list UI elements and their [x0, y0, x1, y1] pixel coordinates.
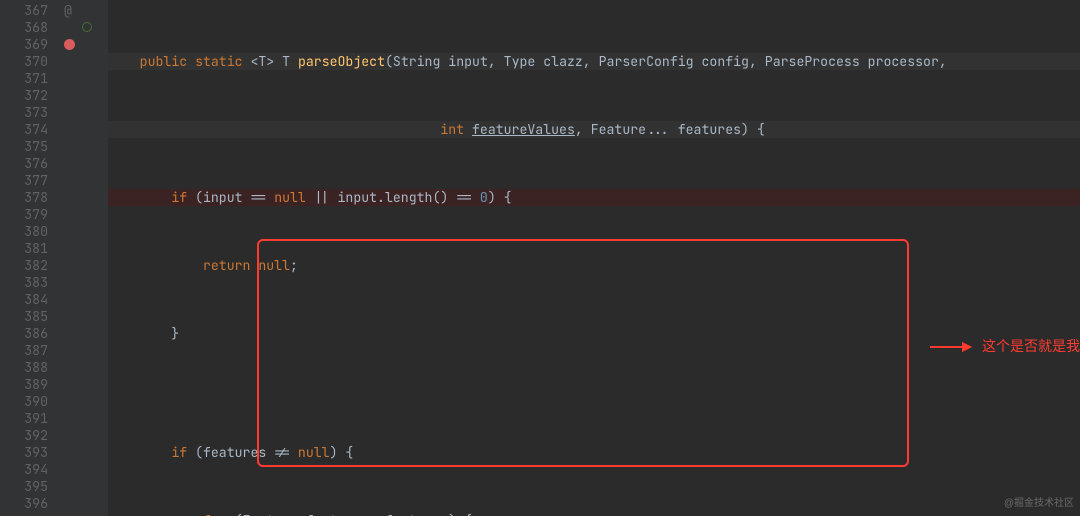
gutter-marker-row[interactable] [58, 495, 108, 512]
watermark: @掘金技术社区 [1004, 495, 1074, 512]
line-number: 368 [0, 19, 48, 36]
line-number: 367 [0, 2, 48, 19]
gutter-marker-row[interactable] [58, 325, 108, 342]
gutter-marker-row[interactable] [58, 478, 108, 495]
gutter-marker-row[interactable]: @ [58, 2, 108, 19]
code-line: public static <T> T parseObject(String i… [108, 53, 1080, 70]
gutter-marker-row[interactable] [58, 70, 108, 87]
line-number: 380 [0, 223, 48, 240]
line-number: 370 [0, 53, 48, 70]
code-area[interactable]: public static <T> T parseObject(String i… [108, 0, 1080, 516]
line-number: 382 [0, 257, 48, 274]
gutter-marker-row[interactable] [58, 53, 108, 70]
line-number: 369 [0, 36, 48, 53]
gutter-marker-row[interactable] [58, 19, 108, 36]
annotation-highlight-box [257, 239, 909, 467]
gutter-marker-row[interactable] [58, 104, 108, 121]
gutter-marker-row[interactable] [58, 155, 108, 172]
line-number: 375 [0, 138, 48, 155]
gutter-marker-row[interactable] [58, 444, 108, 461]
gutter-marker-row[interactable] [58, 376, 108, 393]
gutter-marker-row[interactable] [58, 427, 108, 444]
line-number-gutter: 3673683693703713723733743753763773783793… [0, 0, 58, 516]
gutter-marker-row[interactable] [58, 393, 108, 410]
code-line: if (features != null) { [108, 444, 1080, 461]
override-gutter-icon [82, 22, 92, 32]
gutter-marker-row[interactable] [58, 87, 108, 104]
line-number: 385 [0, 308, 48, 325]
code-line: for (Feature feature : features) { [108, 512, 1080, 516]
gutter-marker-row[interactable] [58, 274, 108, 291]
line-number: 387 [0, 342, 48, 359]
gutter-markers[interactable]: @ [58, 0, 108, 516]
line-number: 396 [0, 495, 48, 512]
gutter-marker-row[interactable] [58, 359, 108, 376]
line-number: 372 [0, 87, 48, 104]
line-number: 376 [0, 155, 48, 172]
gutter-marker-row[interactable] [58, 121, 108, 138]
gutter-marker-row[interactable] [58, 138, 108, 155]
code-line: int featureValues, Feature... features) … [108, 121, 1080, 138]
code-line [108, 376, 1080, 393]
arrow-icon [926, 341, 972, 353]
gutter-marker-row[interactable] [58, 223, 108, 240]
code-line: return null; [108, 257, 1080, 274]
line-number: 393 [0, 444, 48, 461]
line-number: 384 [0, 291, 48, 308]
line-number: 394 [0, 461, 48, 478]
breakpoint-icon[interactable] [64, 39, 75, 50]
gutter-marker-row[interactable] [58, 36, 108, 53]
line-number: 389 [0, 376, 48, 393]
line-number: 373 [0, 104, 48, 121]
line-number: 390 [0, 393, 48, 410]
line-number: 378 [0, 189, 48, 206]
line-number: 395 [0, 478, 48, 495]
gutter-marker-row[interactable] [58, 257, 108, 274]
gutter-marker-row[interactable] [58, 308, 108, 325]
gutter-marker-row[interactable] [58, 172, 108, 189]
line-number: 392 [0, 427, 48, 444]
line-number: 374 [0, 121, 48, 138]
gutter-marker-row[interactable] [58, 189, 108, 206]
gutter-marker-row[interactable] [58, 342, 108, 359]
line-number: 381 [0, 240, 48, 257]
line-number: 383 [0, 274, 48, 291]
gutter-marker-row[interactable] [58, 461, 108, 478]
gutter-marker-row[interactable] [58, 291, 108, 308]
gutter-marker-row[interactable] [58, 410, 108, 427]
gutter-marker-row[interactable] [58, 240, 108, 257]
line-number: 388 [0, 359, 48, 376]
line-number: 379 [0, 206, 48, 223]
code-line-breakpoint: if (input == null || input.length() == 0… [108, 189, 1080, 206]
line-number: 391 [0, 410, 48, 427]
gutter-marker-row[interactable] [58, 206, 108, 223]
line-number: 386 [0, 325, 48, 342]
line-number: 371 [0, 70, 48, 87]
modified-gutter-icon: @ [64, 2, 72, 19]
code-editor[interactable]: 3673683693703713723733743753763773783793… [0, 0, 1080, 516]
line-number: 377 [0, 172, 48, 189]
code-line: } [108, 325, 1080, 342]
